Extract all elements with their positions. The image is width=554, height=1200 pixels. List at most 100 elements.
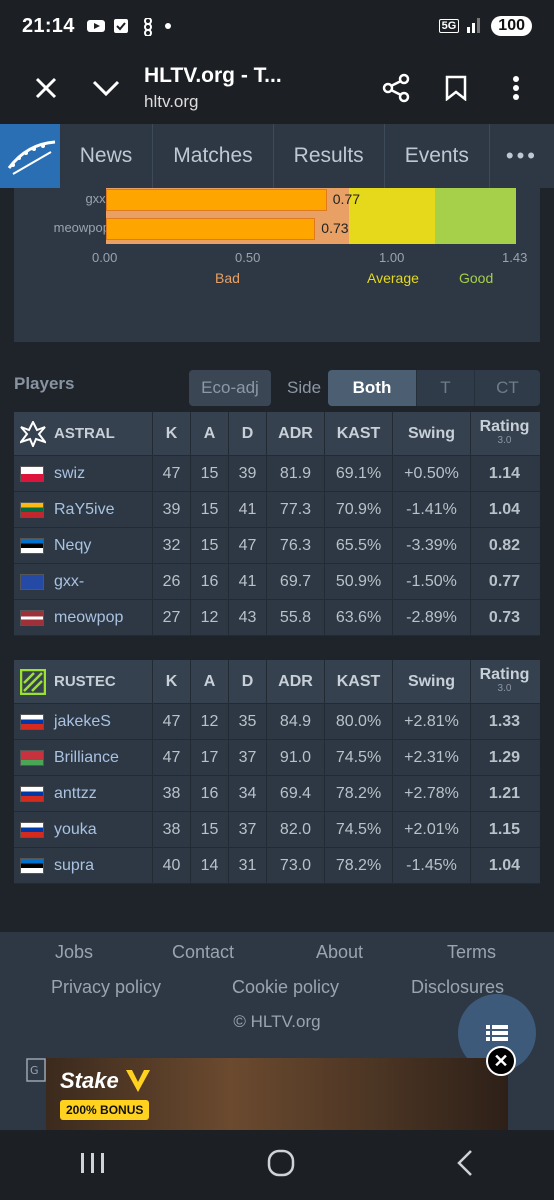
col-rating[interactable]: Rating 3.0 bbox=[470, 412, 538, 455]
player-cell[interactable]: anttzz bbox=[14, 776, 152, 811]
footer-link-about[interactable]: About bbox=[316, 942, 363, 963]
stake-ad-banner[interactable]: Stake 200% BONUS bbox=[46, 1058, 508, 1130]
bookmark-icon[interactable] bbox=[426, 58, 486, 118]
player-name[interactable]: jakekeS bbox=[54, 713, 111, 731]
col-kast[interactable]: KAST bbox=[324, 660, 392, 703]
team-name: ASTRAL bbox=[54, 425, 115, 442]
side-ct-tab[interactable]: CT bbox=[474, 370, 540, 406]
footer-link-contact[interactable]: Contact bbox=[172, 942, 234, 963]
cell-kast: 69.1% bbox=[324, 456, 392, 491]
share-icon[interactable] bbox=[366, 58, 426, 118]
footer-link-jobs[interactable]: Jobs bbox=[55, 942, 93, 963]
cell-k: 32 bbox=[152, 528, 190, 563]
page-title-box[interactable]: HLTV.org - T... hltv.org bbox=[144, 64, 366, 112]
hltv-logo-icon[interactable] bbox=[0, 124, 60, 188]
flag-icon bbox=[20, 749, 44, 766]
col-adr[interactable]: ADR bbox=[266, 412, 324, 455]
player-cell[interactable]: Neqy bbox=[14, 528, 152, 563]
nav-more-button[interactable]: ••• bbox=[490, 124, 554, 188]
player-name[interactable]: swiz bbox=[54, 465, 85, 483]
cell-adr: 69.4 bbox=[266, 776, 324, 811]
cell-swing: -1.50% bbox=[392, 564, 470, 599]
back-icon[interactable] bbox=[456, 1149, 474, 1182]
side-both-tab[interactable]: Both bbox=[328, 370, 416, 406]
ad-brand: Stake bbox=[60, 1068, 119, 1093]
status-time: 21:14 bbox=[22, 14, 75, 37]
player-name[interactable]: Neqy bbox=[54, 537, 91, 555]
col-k[interactable]: K bbox=[152, 660, 190, 703]
eco-adj-toggle[interactable]: Eco-adj bbox=[189, 370, 271, 406]
nav-news[interactable]: News bbox=[60, 124, 154, 188]
player-name[interactable]: Brilliance bbox=[54, 749, 119, 767]
player-name[interactable]: youka bbox=[54, 821, 97, 839]
cell-a: 12 bbox=[190, 704, 228, 739]
footer-link-privacy[interactable]: Privacy policy bbox=[51, 977, 161, 998]
player-name[interactable]: meowpop bbox=[54, 609, 123, 627]
player-cell[interactable]: supra bbox=[14, 848, 152, 883]
cell-a: 15 bbox=[190, 492, 228, 527]
close-icon[interactable] bbox=[16, 58, 76, 118]
cell-swing: -3.39% bbox=[392, 528, 470, 563]
close-ad-button[interactable]: ✕ bbox=[486, 1046, 516, 1076]
footer-link-cookie[interactable]: Cookie policy bbox=[232, 977, 339, 998]
cell-adr: 69.7 bbox=[266, 564, 324, 599]
nav-events[interactable]: Events bbox=[385, 124, 490, 188]
player-name[interactable]: anttzz bbox=[54, 785, 97, 803]
recents-icon[interactable] bbox=[80, 1151, 106, 1180]
cell-kast: 63.6% bbox=[324, 600, 392, 635]
table-row: gxx- 26 16 41 69.7 50.9% -1.50% 0.77 bbox=[14, 564, 540, 600]
cell-swing: -1.45% bbox=[392, 848, 470, 883]
cell-a: 12 bbox=[190, 600, 228, 635]
col-a[interactable]: A bbox=[190, 660, 228, 703]
home-icon[interactable] bbox=[267, 1149, 295, 1182]
cell-k: 27 bbox=[152, 600, 190, 635]
player-cell[interactable]: gxx- bbox=[14, 564, 152, 599]
cell-a: 15 bbox=[190, 528, 228, 563]
youtube-icon bbox=[86, 18, 105, 34]
col-rating-version: 3.0 bbox=[497, 434, 512, 446]
cell-k: 38 bbox=[152, 812, 190, 847]
player-cell[interactable]: youka bbox=[14, 812, 152, 847]
col-kast[interactable]: KAST bbox=[324, 412, 392, 455]
fan-icon bbox=[139, 17, 157, 37]
table-row: jakekeS 47 12 35 84.9 80.0% +2.81% 1.33 bbox=[14, 704, 540, 740]
chevron-down-icon[interactable] bbox=[76, 58, 136, 118]
player-cell[interactable]: swiz bbox=[14, 456, 152, 491]
player-cell[interactable]: Brilliance bbox=[14, 740, 152, 775]
signal-icon bbox=[467, 15, 483, 38]
player-name[interactable]: supra bbox=[54, 857, 94, 875]
android-nav-bar bbox=[0, 1130, 554, 1200]
dot-icon bbox=[164, 23, 171, 29]
cell-d: 35 bbox=[228, 704, 266, 739]
col-swing[interactable]: Swing bbox=[392, 660, 470, 703]
flag-icon bbox=[20, 609, 44, 626]
col-a[interactable]: A bbox=[190, 412, 228, 455]
cell-kast: 78.2% bbox=[324, 776, 392, 811]
col-adr[interactable]: ADR bbox=[266, 660, 324, 703]
col-rating-label: Rating bbox=[479, 665, 530, 683]
col-swing[interactable]: Swing bbox=[392, 412, 470, 455]
player-name[interactable]: RaY5ive bbox=[54, 501, 114, 519]
player-cell[interactable]: jakekeS bbox=[14, 704, 152, 739]
chart-tick-label: 1.43 bbox=[502, 250, 528, 265]
player-name[interactable]: gxx- bbox=[54, 573, 84, 591]
side-t-tab[interactable]: T bbox=[416, 370, 474, 406]
nav-results[interactable]: Results bbox=[274, 124, 385, 188]
col-rating[interactable]: Rating 3.0 bbox=[470, 660, 538, 703]
check-icon bbox=[113, 18, 131, 34]
col-d[interactable]: D bbox=[228, 660, 266, 703]
chart-value-label: 0.73 bbox=[321, 220, 349, 236]
cell-rating: 1.04 bbox=[470, 848, 538, 883]
player-cell[interactable]: meowpop bbox=[14, 600, 152, 635]
col-k[interactable]: K bbox=[152, 412, 190, 455]
footer-link-terms[interactable]: Terms bbox=[447, 942, 496, 963]
team-cell[interactable]: RUSTEC bbox=[14, 660, 152, 703]
cell-d: 47 bbox=[228, 528, 266, 563]
cell-k: 47 bbox=[152, 704, 190, 739]
col-d[interactable]: D bbox=[228, 412, 266, 455]
nav-matches[interactable]: Matches bbox=[153, 124, 274, 188]
more-vert-icon[interactable] bbox=[486, 58, 546, 118]
player-cell[interactable]: RaY5ive bbox=[14, 492, 152, 527]
cell-d: 34 bbox=[228, 776, 266, 811]
team-cell[interactable]: ASTRAL bbox=[14, 412, 152, 455]
